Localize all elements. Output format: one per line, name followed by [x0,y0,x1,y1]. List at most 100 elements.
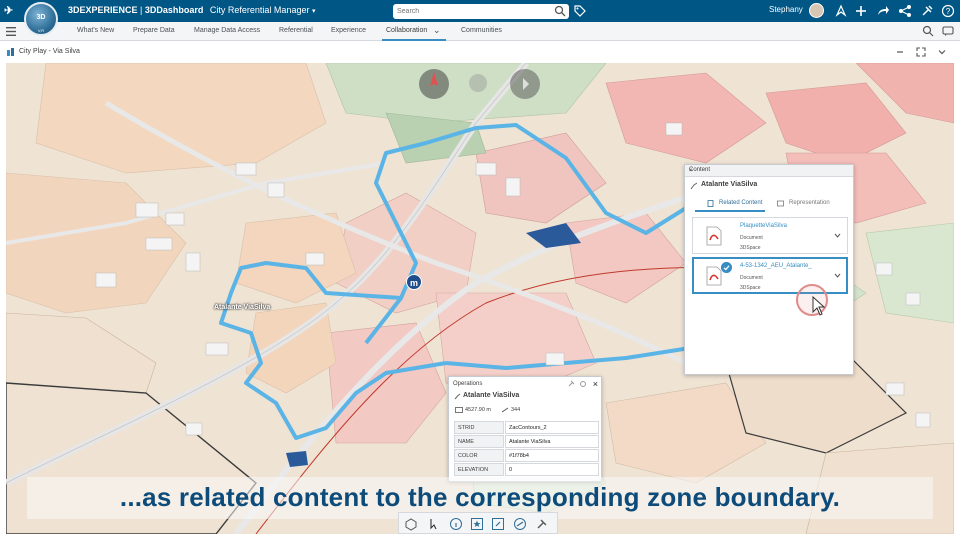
search-icon[interactable] [554,5,566,17]
compass-icon[interactable]: 3D V,R [24,2,58,36]
close-icon[interactable]: × [689,167,850,176]
operations-object-name: Atalante ViaSilva [463,392,520,399]
user-name[interactable]: Stephany [769,5,803,14]
tab-referential[interactable]: Referential [279,27,313,34]
caption-text: ...as related content to the correspondi… [119,482,841,512]
tab-manage-data-access[interactable]: Manage Data Access [194,27,260,34]
dashboard-tab-bar: What's New Prepare Data Manage Data Acce… [0,22,960,41]
widget-header: City Play - Via Silva [0,42,960,63]
top-bar: ✈ 3DEXPERIENCE | 3DDashboard City Refere… [0,0,960,22]
svg-text:?: ? [946,7,951,16]
tab-prepare-data[interactable]: Prepare Data [133,27,175,34]
maximize-icon[interactable] [915,46,927,58]
content-panel-header: Content × [685,165,853,177]
settings-icon[interactable] [579,380,587,388]
check-icon [721,262,732,273]
zone-label: Atalante ViaSilva [214,304,271,311]
related-content-source: 3DSpace [740,285,761,291]
app-brand: 3DEXPERIENCE | 3DDashboard City Referent… [68,5,315,15]
chevron-down-icon[interactable] [834,232,841,239]
attribute-key: COLOR [454,449,504,462]
city-app-icon [7,48,14,56]
tab-related-content[interactable]: Related Content [719,200,762,206]
attribute-key: STRID [454,421,504,434]
chevron-down-icon[interactable] [834,272,841,279]
related-content-item[interactable]: PlaquetteViaSilva Document 3DSpace [692,217,848,254]
tools-icon[interactable] [535,517,549,531]
attribute-row: NAME Atalante ViaSilva [454,435,599,448]
brand-name: 3DEXPERIENCE [68,5,138,15]
link-icon[interactable] [491,517,505,531]
3d-view-icon[interactable] [404,517,418,531]
info-icon[interactable] [449,517,463,531]
select-icon[interactable] [427,517,441,531]
widget-title: City Play - Via Silva [19,48,80,55]
attribute-key: ELEVATION [454,463,504,476]
compass-label: 3D [36,14,46,21]
content-panel: Content × Atalante ViaSilva Related Cont… [684,164,854,375]
mouse-cursor-icon [812,296,826,316]
metro-station-icon[interactable]: m [406,274,422,290]
related-content-type: Document [740,235,763,241]
favorite-icon[interactable] [470,517,484,531]
document-icon [707,200,714,207]
content-object-name: Atalante ViaSilva [701,181,758,188]
search-box[interactable] [393,4,569,19]
add-icon[interactable] [854,4,868,18]
pdf-file-icon [706,266,722,286]
tag-icon[interactable] [573,4,586,17]
chat-icon[interactable] [942,25,954,37]
help-icon[interactable]: ? [941,4,955,18]
attribute-key: NAME [454,435,504,448]
compass-tool-icon[interactable] [834,4,848,18]
segment-icon [501,407,509,413]
ds-logo-icon[interactable]: ✈ [4,4,13,17]
chevron-down-icon[interactable]: ▾ [312,8,316,15]
related-content-title[interactable]: 4-53-1342_AEU_Atalante_ [740,263,812,269]
tab-whats-new[interactable]: What's New [77,27,114,34]
tab-experience[interactable]: Experience [331,27,366,34]
chevron-down-icon[interactable]: ⌄ [433,25,441,36]
polyline-icon [454,393,461,400]
navigation-compass-icon[interactable] [418,68,450,100]
pan-icon[interactable] [509,68,541,100]
menu-icon[interactable] [6,27,16,36]
measure-icon[interactable] [513,517,527,531]
operations-panel: Operations × Atalante ViaSilva 4527.90 m… [448,376,602,482]
avatar[interactable] [809,3,824,18]
pin-icon[interactable] [567,380,575,388]
tab-representation[interactable]: Representation [789,200,830,206]
tab-communities[interactable]: Communities [461,27,502,34]
pdf-file-icon [706,226,722,246]
close-icon[interactable]: × [593,380,598,389]
attribute-value[interactable]: 0 [505,463,599,476]
tab-collaboration[interactable]: Collaboration [386,27,427,34]
bottom-toolbar [398,512,558,534]
attribute-row: COLOR #1f78b4 [454,449,599,462]
active-tab-indicator [382,39,446,41]
minimize-icon[interactable] [894,46,906,58]
related-content-source: 3DSpace [740,245,761,251]
related-content-item-selected[interactable]: 4-53-1342_AEU_Atalante_ Document 3DSpace [692,257,848,294]
attribute-row: STRID ZacContours_2 [454,421,599,434]
segment-count: 344 [511,407,521,413]
dashboard-title[interactable]: City Referential Manager [210,5,310,15]
representation-icon [777,200,784,207]
tools-icon[interactable] [920,4,934,18]
share-icon[interactable] [898,4,912,18]
attribute-row: ELEVATION 0 [454,463,599,476]
perimeter-value: 4527.90 m [465,407,491,413]
rotate-icon[interactable] [468,73,488,93]
active-tab-indicator [695,210,765,212]
attribute-value[interactable]: #1f78b4 [505,449,599,462]
attribute-value[interactable]: ZacContours_2 [505,421,599,434]
compass-version: V,R [37,28,45,33]
search-input[interactable] [397,5,547,18]
brand-separator: | [137,5,145,15]
chevron-down-icon[interactable] [936,46,948,58]
search-icon[interactable] [922,25,934,37]
related-content-title[interactable]: PlaquetteViaSilva [740,223,787,229]
ruler-icon [455,407,463,413]
share-arrow-icon[interactable] [876,4,890,18]
attribute-value[interactable]: Atalante ViaSilva [505,435,599,448]
